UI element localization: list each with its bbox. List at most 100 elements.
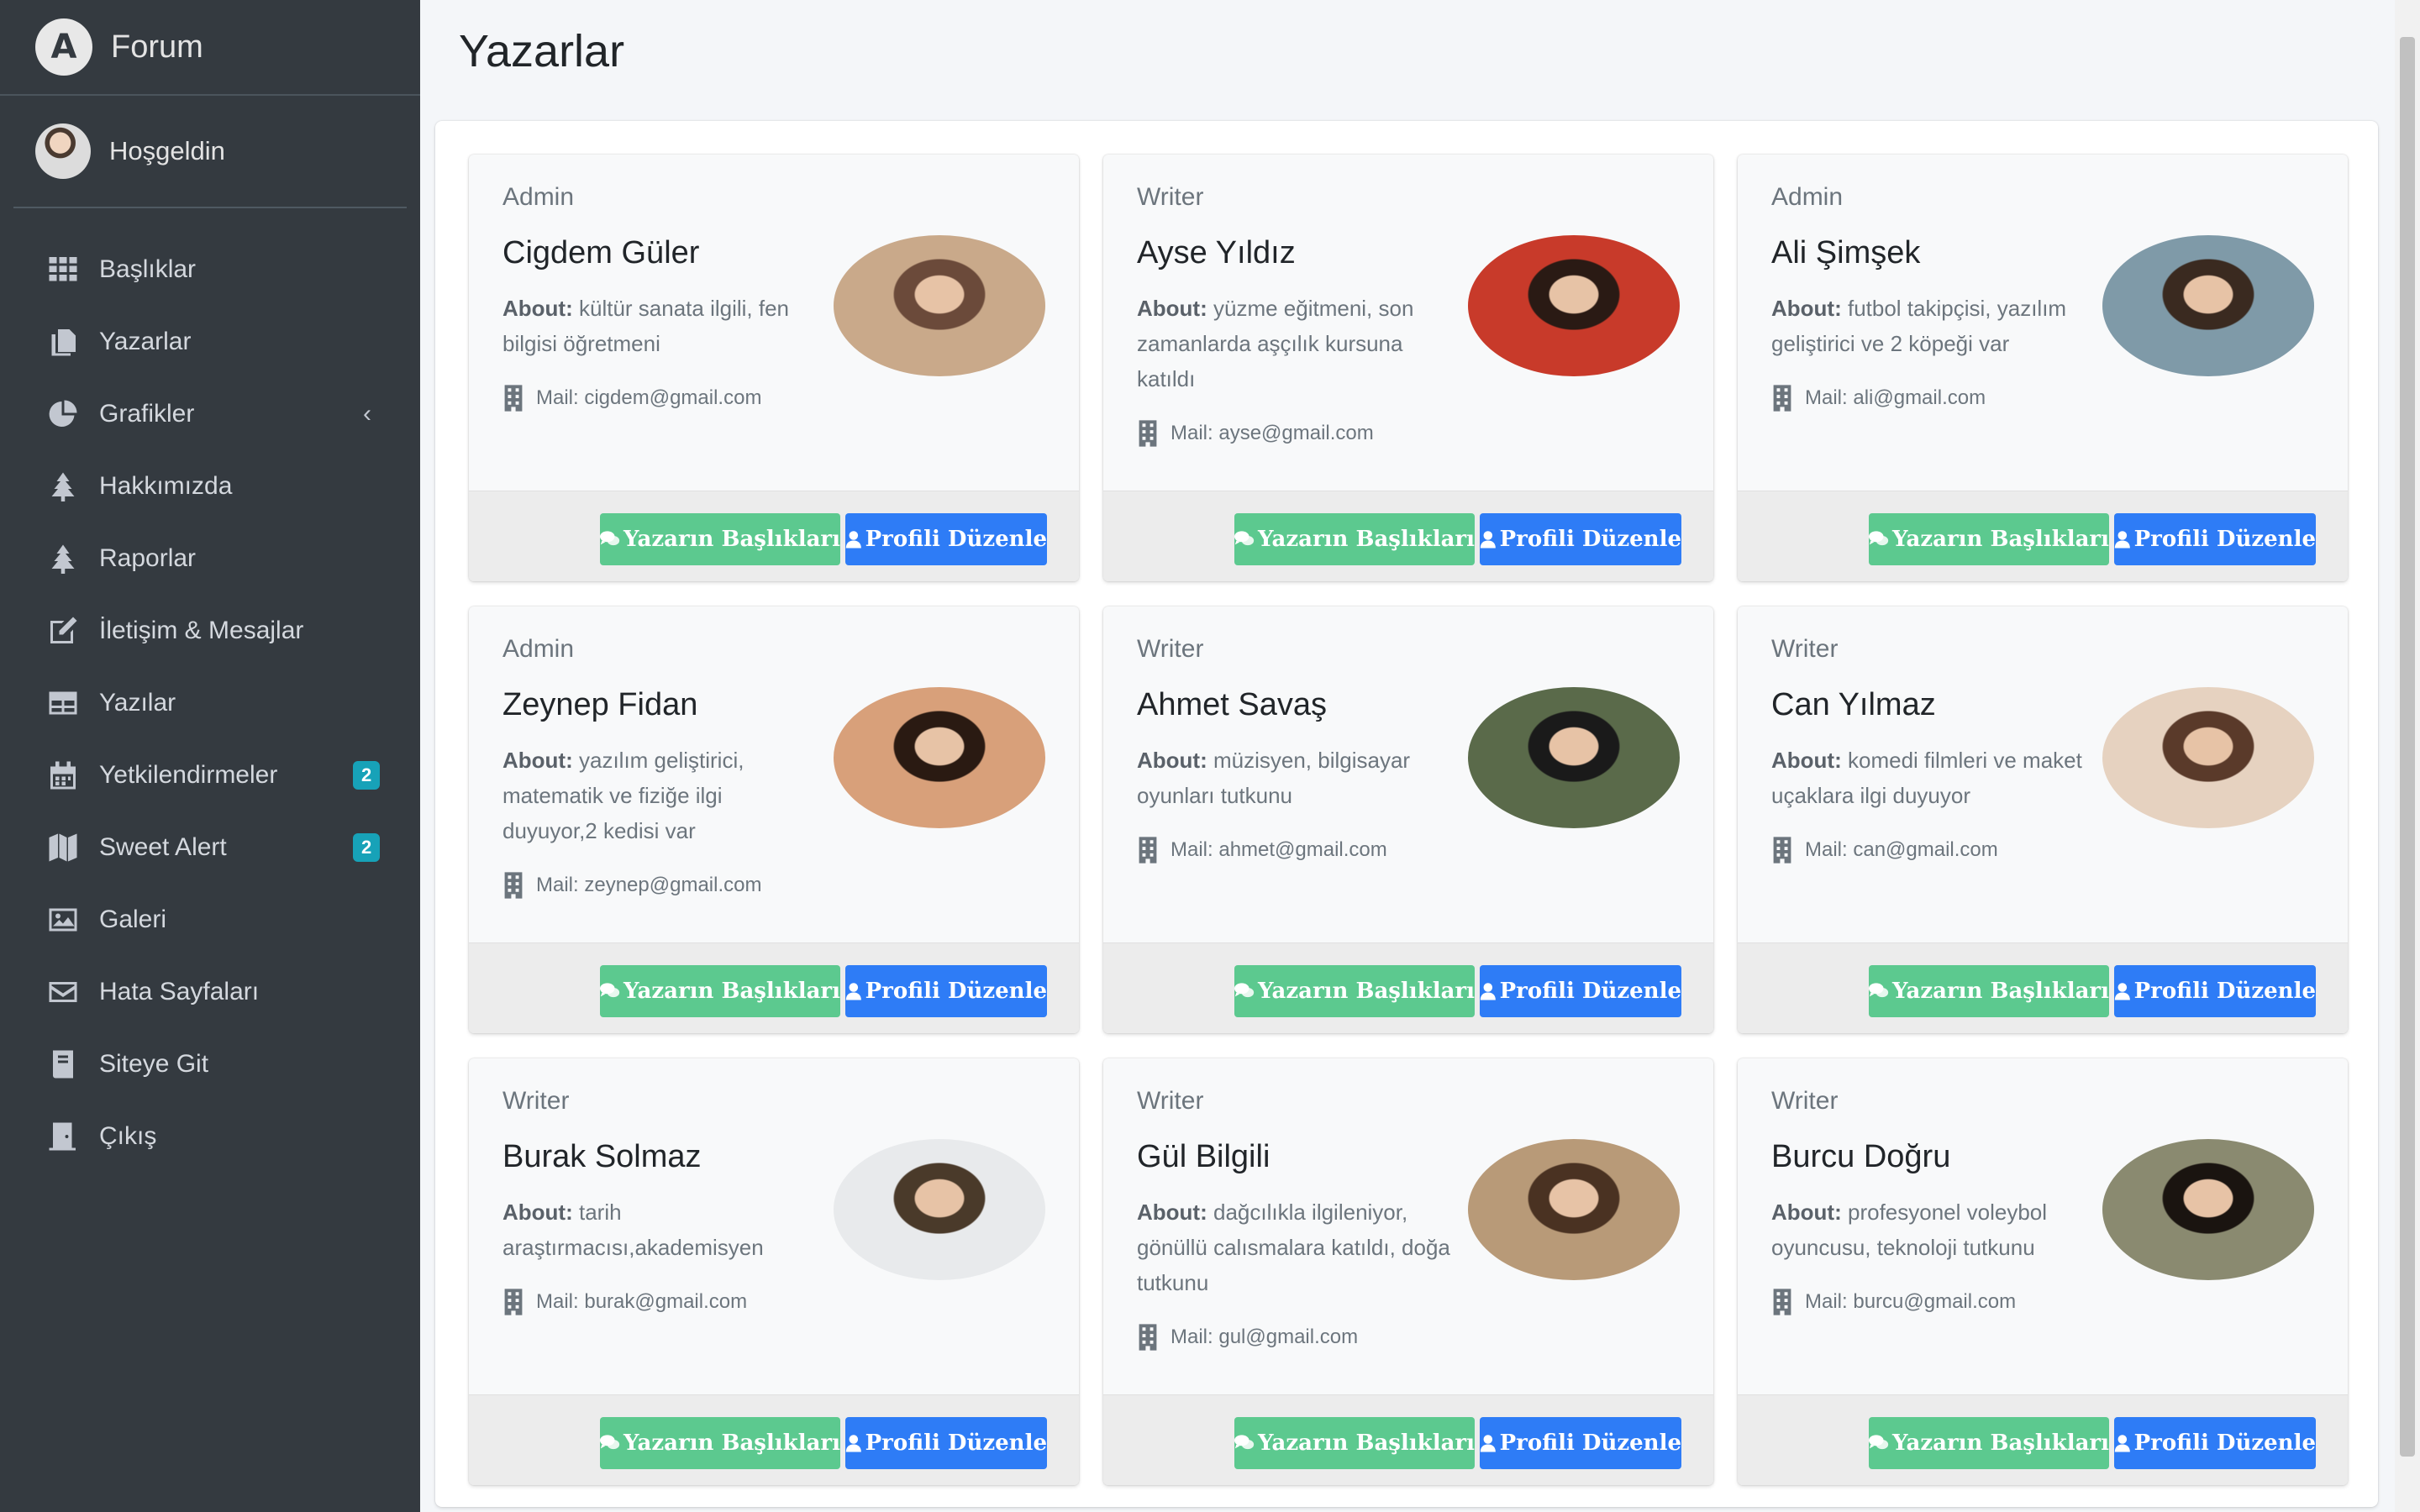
mail-prefix: Mail: xyxy=(536,874,585,896)
sidebar-item-hata-sayfalar[interactable]: Hata Sayfaları xyxy=(0,956,420,1028)
mail-address: burak@gmail.com xyxy=(584,1290,748,1313)
edit-profile-button[interactable]: Profili Düzenle xyxy=(845,965,1047,1017)
building-icon xyxy=(504,872,523,899)
author-card: Writer Ahmet Savaş About: müzisyen, bilgis… xyxy=(1103,606,1713,1033)
author-mail: Mail: ayse@gmail.com xyxy=(1137,420,1374,447)
sidebar-item-label: Sweet Alert xyxy=(99,833,227,861)
comments-icon xyxy=(600,983,620,998)
author-mail: Mail: gul@gmail.com xyxy=(1137,1324,1358,1351)
sidebar-item-yaz-lar[interactable]: Yazılar xyxy=(0,667,420,739)
sidebar-item-label: Hakkımızda xyxy=(99,472,233,500)
author-about: About: komedi filmleri ve maket uçaklara… xyxy=(1771,743,2091,813)
comments-icon xyxy=(1869,983,1889,998)
mail-address: cigdem@gmail.com xyxy=(584,386,762,409)
user-icon xyxy=(2114,531,2130,549)
author-topics-button[interactable]: Yazarın Başlıkları xyxy=(600,965,840,1017)
author-card: Writer Gül Bilgili About: dağcılıkla ilgil… xyxy=(1103,1058,1713,1485)
building-icon xyxy=(1139,1324,1157,1351)
author-topics-button[interactable]: Yazarın Başlıkları xyxy=(1869,1417,2109,1469)
sidebar-item-k[interactable]: Çıkış xyxy=(0,1100,420,1173)
mail-address: burcu@gmail.com xyxy=(1853,1290,2017,1313)
sidebar-item-label: Grafikler xyxy=(99,400,195,428)
comments-icon xyxy=(600,531,620,546)
user-panel[interactable]: Hoşgeldin xyxy=(13,96,407,208)
author-topics-button[interactable]: Yazarın Başlıkları xyxy=(600,1417,840,1469)
edit-profile-button[interactable]: Profili Düzenle xyxy=(2114,1417,2316,1469)
count-badge: 2 xyxy=(353,761,381,790)
author-about: About: tarih araştırmacısı,akademisyen xyxy=(502,1194,822,1265)
author-about: About: yazılım geliştirici, matematik ve… xyxy=(502,743,822,848)
sidebar: A Forum Hoşgeldin Başlıklar Yazarlar Grafi… xyxy=(0,0,420,1512)
author-name: Cigdem Güler xyxy=(502,235,700,270)
author-card: Admin Cigdem Güler About: kültür sanata il… xyxy=(469,155,1079,581)
count-badge: 2 xyxy=(353,833,381,862)
author-about: About: yüzme eğitmeni, son zamanlarda aş… xyxy=(1137,291,1456,396)
sidebar-item-raporlar[interactable]: Raporlar xyxy=(0,522,420,595)
sidebar-item-label: Siteye Git xyxy=(99,1050,209,1078)
card-footer: Yazarın Başlıkları Profili Düzenle xyxy=(469,942,1079,1033)
mail-address: ayse@gmail.com xyxy=(1218,422,1374,444)
edit-profile-button[interactable]: Profili Düzenle xyxy=(845,513,1047,565)
card-footer: Yazarın Başlıkları Profili Düzenle xyxy=(1738,942,2348,1033)
chevron-left-icon: ‹ xyxy=(363,400,371,428)
map-icon xyxy=(47,832,79,864)
author-topics-button[interactable]: Yazarın Başlıkları xyxy=(1234,1417,1475,1469)
mail-prefix: Mail: xyxy=(536,386,585,409)
sidebar-item-ba-l-klar[interactable]: Başlıklar xyxy=(0,234,420,306)
mail-address: zeynep@gmail.com xyxy=(584,874,762,896)
brand-link[interactable]: A Forum xyxy=(0,0,420,96)
card-footer: Yazarın Başlıkları Profili Düzenle xyxy=(469,1394,1079,1485)
sidebar-item-galeri[interactable]: Galeri xyxy=(0,884,420,956)
edit-profile-button[interactable]: Profili Düzenle xyxy=(1480,965,1681,1017)
about-label: About: xyxy=(502,748,573,773)
author-photo xyxy=(834,1139,1045,1280)
user-greeting: Hoşgeldin xyxy=(109,136,225,165)
author-card: Writer Burak Solmaz About: tarih araştırma… xyxy=(469,1058,1079,1485)
scrollbar-thumb[interactable] xyxy=(2400,37,2415,1457)
door-icon xyxy=(47,1121,79,1152)
mail-prefix: Mail: xyxy=(1171,422,1219,444)
about-label: About: xyxy=(502,1200,573,1225)
calendar-icon xyxy=(47,759,79,791)
user-icon xyxy=(1480,983,1496,1000)
author-topics-button[interactable]: Yazarın Başlıkları xyxy=(1869,965,2109,1017)
author-mail: Mail: cigdem@gmail.com xyxy=(502,385,761,412)
mail-prefix: Mail: xyxy=(1805,838,1854,861)
page-title: Yazarlar xyxy=(459,26,625,76)
author-topics-button[interactable]: Yazarın Başlıkları xyxy=(1869,513,2109,565)
sidebar-item-yazarlar[interactable]: Yazarlar xyxy=(0,306,420,378)
edit-profile-button[interactable]: Profili Düzenle xyxy=(2114,513,2316,565)
author-role: Admin xyxy=(502,635,575,663)
mail-address: can@gmail.com xyxy=(1853,838,1998,861)
card-footer: Yazarın Başlıkları Profili Düzenle xyxy=(1103,1394,1713,1485)
edit-profile-button[interactable]: Profili Düzenle xyxy=(1480,1417,1681,1469)
sidebar-item-grafikler[interactable]: Grafikler ‹ xyxy=(0,378,420,450)
author-photo xyxy=(834,235,1045,376)
main-content: Yazarlar Admin Cigdem Güler About: kültür … xyxy=(420,0,2395,1512)
sidebar-item-sweet-alert[interactable]: Sweet Alert 2 xyxy=(0,811,420,884)
sidebar-item-yetkilendirmeler[interactable]: Yetkilendirmeler 2 xyxy=(0,739,420,811)
book-icon xyxy=(47,1048,79,1080)
author-topics-button[interactable]: Yazarın Başlıkları xyxy=(1234,965,1475,1017)
sidebar-item-siteye-git[interactable]: Siteye Git xyxy=(0,1028,420,1100)
author-about: About: dağcılıkla ilgileniyor, gönüllü c… xyxy=(1137,1194,1456,1300)
sidebar-item-hakk-m-zda[interactable]: Hakkımızda xyxy=(0,450,420,522)
card-footer: Yazarın Başlıkları Profili Düzenle xyxy=(1738,491,2348,581)
edit-profile-button[interactable]: Profili Düzenle xyxy=(845,1417,1047,1469)
author-mail: Mail: ahmet@gmail.com xyxy=(1137,837,1387,864)
about-label: About: xyxy=(1771,1200,1842,1225)
sidebar-item-i-leti-im-mesajlar[interactable]: İletişim & Mesajlar xyxy=(0,595,420,667)
edit-profile-button[interactable]: Profili Düzenle xyxy=(1480,513,1681,565)
author-topics-button[interactable]: Yazarın Başlıkları xyxy=(1234,513,1475,565)
edit-profile-button[interactable]: Profili Düzenle xyxy=(2114,965,2316,1017)
author-card: Writer Ayse Yıldız About: yüzme eğitmeni, … xyxy=(1103,155,1713,581)
grid-icon xyxy=(47,254,79,286)
author-topics-button[interactable]: Yazarın Başlıkları xyxy=(600,513,840,565)
user-icon xyxy=(2114,983,2130,1000)
user-icon xyxy=(845,531,861,549)
author-mail: Mail: burak@gmail.com xyxy=(502,1289,747,1315)
scrollbar[interactable] xyxy=(2395,0,2420,1512)
about-label: About: xyxy=(1137,748,1207,773)
comments-icon xyxy=(1234,983,1255,998)
author-name: Zeynep Fidan xyxy=(502,687,698,722)
